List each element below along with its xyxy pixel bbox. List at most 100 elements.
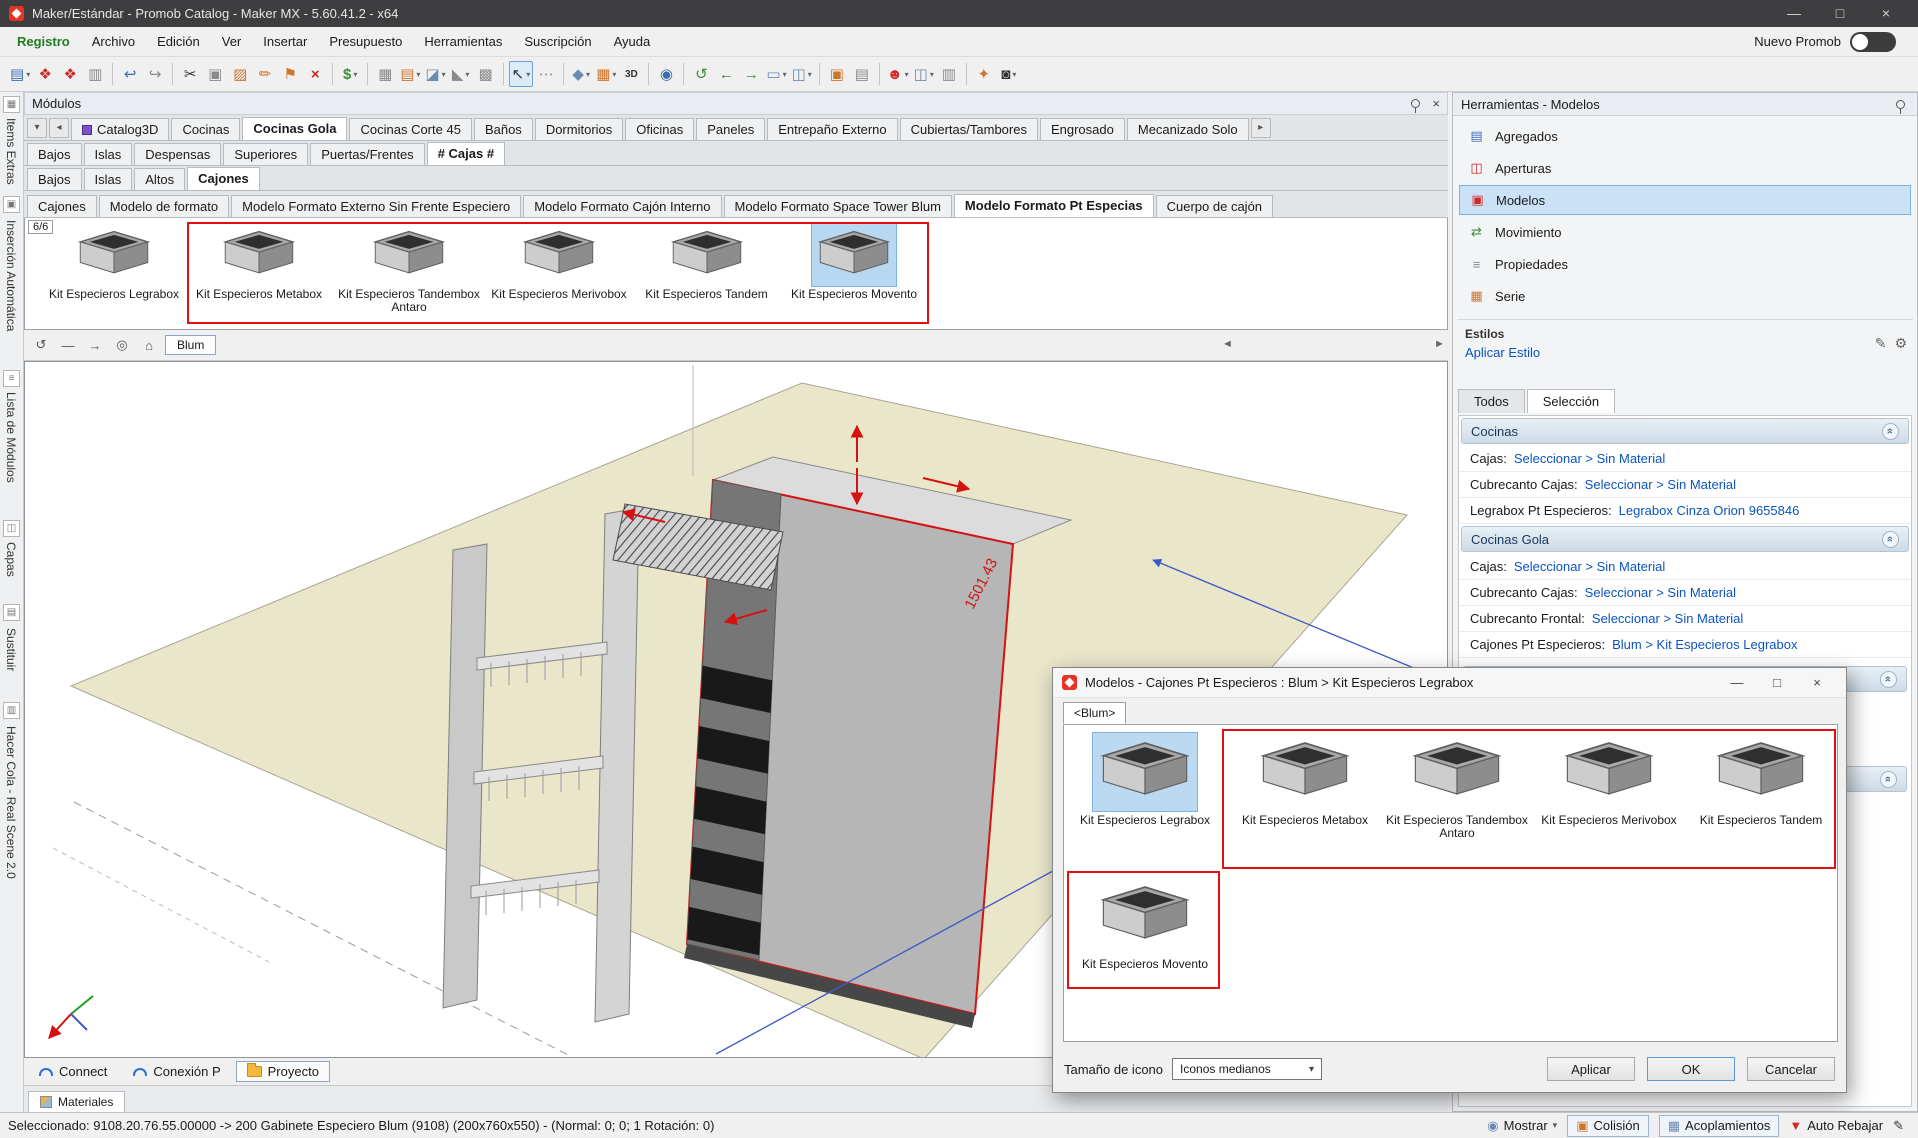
tab-engrosado[interactable]: Engrosado	[1040, 118, 1125, 140]
light-icon[interactable]: ✦	[972, 61, 996, 87]
block-icon[interactable]: ▩	[474, 61, 498, 87]
chart-icon[interactable]: ▥	[937, 61, 961, 87]
tool-serie[interactable]: ▦Serie	[1459, 281, 1911, 311]
gallery-item-legrabox[interactable]: Kit Especieros Legrabox	[39, 218, 189, 329]
pin-icon[interactable]	[1896, 100, 1905, 109]
home-search-icon[interactable]: ⌂	[138, 334, 160, 356]
edit-pencil-icon[interactable]: ✎	[1893, 1118, 1904, 1134]
gallery-item-tandem[interactable]: Kit Especieros Tandem	[629, 218, 784, 329]
pane-scroll-left-icon[interactable]: ◄	[1222, 338, 1233, 350]
camera-icon[interactable]: ◙	[997, 61, 1021, 87]
items-extras-icon[interactable]: ▦	[3, 96, 20, 113]
eye-icon[interactable]: ◉	[654, 61, 678, 87]
material-link[interactable]: Seleccionar > Sin Material	[1514, 451, 1665, 466]
tool-agregados[interactable]: ▤Agregados	[1459, 121, 1911, 151]
shapes-icon[interactable]: ◪	[423, 61, 447, 87]
tab-connect[interactable]: Connect	[28, 1061, 118, 1082]
apply-style-link[interactable]: Aplicar Estilo	[1465, 345, 1540, 360]
tab-oficinas[interactable]: Oficinas	[625, 118, 694, 140]
gallery-item-movento[interactable]: Kit Especieros Movento	[784, 218, 924, 329]
diamond-icon[interactable]: ◆	[569, 61, 593, 87]
catalog-scroll-left-icon[interactable]: ◂	[49, 118, 69, 138]
tab-puertas-frentes[interactable]: Puertas/Frentes	[310, 143, 425, 165]
collapse-chevron-icon[interactable]: »	[1882, 423, 1899, 440]
tool-movimiento[interactable]: ⇄Movimiento	[1459, 217, 1911, 247]
tab-seleccion[interactable]: Selección	[1527, 389, 1615, 413]
menu-registro[interactable]: Registro	[6, 27, 81, 57]
delete-icon[interactable]: ×	[303, 61, 327, 87]
refresh-icon[interactable]: ↺	[30, 334, 52, 356]
dialog-item-movento[interactable]: Kit Especieros Movento	[1070, 877, 1220, 971]
tab-fmt-cajon-interno[interactable]: Modelo Formato Cajón Interno	[523, 195, 721, 217]
paste-icon[interactable]: ▨	[228, 61, 252, 87]
mostrar-dropdown[interactable]: ◉ Mostrar ▾	[1487, 1118, 1557, 1134]
layers-icon[interactable]: ▤	[850, 61, 874, 87]
search-icon[interactable]: ◎	[111, 334, 133, 356]
tool-modelos[interactable]: ▣Modelos	[1459, 185, 1911, 215]
tab-cajas[interactable]: # Cajas #	[427, 142, 505, 165]
dialog-tab-blum[interactable]: <Blum>	[1063, 702, 1126, 724]
user-icon[interactable]: ☻	[885, 61, 911, 87]
catalog-dropdown-icon[interactable]: ▾	[27, 118, 47, 138]
window-grid-icon[interactable]: ◫	[912, 61, 936, 87]
pane-scroll-right-icon[interactable]: ►	[1434, 338, 1445, 350]
tab-entrepano-externo[interactable]: Entrepaño Externo	[767, 118, 897, 140]
section-header-cocinas[interactable]: Cocinas »	[1461, 418, 1909, 444]
menu-suscripcion[interactable]: Suscripción	[513, 27, 602, 57]
filter-chip-blum[interactable]: Blum	[165, 335, 216, 355]
cancel-button[interactable]: Cancelar	[1747, 1057, 1835, 1081]
close-panel-icon[interactable]: ×	[1432, 97, 1440, 110]
undo-icon[interactable]: ↩	[118, 61, 142, 87]
menu-insertar[interactable]: Insertar	[252, 27, 318, 57]
pin-icon[interactable]	[1411, 99, 1420, 108]
material-link[interactable]: Blum > Kit Especieros Legrabox	[1612, 637, 1797, 652]
tab-islas[interactable]: Islas	[84, 143, 133, 165]
modulation-icon[interactable]: ▦	[373, 61, 397, 87]
plan-view-icon[interactable]: ▭	[764, 61, 788, 87]
tab-sub-islas[interactable]: Islas	[84, 168, 133, 190]
tab-bajos[interactable]: Bajos	[27, 143, 82, 165]
ok-button[interactable]: OK	[1647, 1057, 1735, 1081]
dialog-close-button[interactable]: ×	[1797, 669, 1837, 697]
angle-icon[interactable]: ◣	[449, 61, 473, 87]
close-button[interactable]: ×	[1863, 0, 1909, 27]
brush-icon[interactable]: ✏	[253, 61, 277, 87]
tab-fmt-cajones[interactable]: Cajones	[27, 195, 97, 217]
dock-tab-sustituir[interactable]: Sustituir	[4, 628, 18, 671]
cut-icon[interactable]: ✂	[178, 61, 202, 87]
section-header-cocinas-gola[interactable]: Cocinas Gola »	[1461, 526, 1909, 552]
acoplamientos-toggle-button[interactable]: ▦ Acoplamientos	[1659, 1115, 1780, 1137]
material-link[interactable]: Seleccionar > Sin Material	[1585, 477, 1736, 492]
render-icon[interactable]: ▣	[825, 61, 849, 87]
tab-fmt-modelo-de-formato[interactable]: Modelo de formato	[99, 195, 229, 217]
dialog-item-tandembox-antaro[interactable]: Kit Especieros Tandembox Antaro	[1382, 733, 1532, 840]
collapse-chevron-icon[interactable]: »	[1880, 771, 1897, 788]
promob-export-icon[interactable]: ❖	[58, 61, 82, 87]
tab-fmt-space-tower-blum[interactable]: Modelo Formato Space Tower Blum	[724, 195, 952, 217]
tab-conexion-p[interactable]: Conexión P	[122, 1061, 231, 1082]
material-link[interactable]: Seleccionar > Sin Material	[1585, 585, 1736, 600]
tab-cocinas[interactable]: Cocinas	[171, 118, 240, 140]
menu-edicion[interactable]: Edición	[146, 27, 211, 57]
insert-icon[interactable]: →	[84, 334, 106, 356]
nav-left-icon[interactable]: ←	[714, 61, 738, 87]
print-icon[interactable]: ▥	[83, 61, 107, 87]
dock-tab-capas[interactable]: Capas	[4, 542, 18, 577]
capas-icon[interactable]: ◫	[3, 520, 20, 537]
auto-rebajar-button[interactable]: ▼ Auto Rebajar	[1789, 1118, 1883, 1133]
tab-sub-altos[interactable]: Altos	[134, 168, 185, 190]
gallery-item-tandembox-antaro[interactable]: Kit Especieros Tandembox Antaro	[329, 218, 489, 329]
material-link[interactable]: Seleccionar > Sin Material	[1514, 559, 1665, 574]
hacer-cola-icon[interactable]: ▥	[3, 702, 20, 719]
material-link[interactable]: Seleccionar > Sin Material	[1592, 611, 1743, 626]
menu-ver[interactable]: Ver	[211, 27, 253, 57]
text3d-icon[interactable]: 3D	[619, 61, 643, 87]
nav-right-icon[interactable]: →	[739, 61, 763, 87]
colision-toggle-button[interactable]: ▣ Colisión	[1567, 1115, 1649, 1137]
tab-paneles[interactable]: Paneles	[696, 118, 765, 140]
menu-ayuda[interactable]: Ayuda	[603, 27, 662, 57]
tab-todos[interactable]: Todos	[1458, 389, 1525, 413]
select-cursor-icon[interactable]: ↖	[509, 61, 534, 87]
tab-sub-bajos[interactable]: Bajos	[27, 168, 82, 190]
tab-fmt-pt-especias[interactable]: Modelo Formato Pt Especias	[954, 194, 1154, 217]
